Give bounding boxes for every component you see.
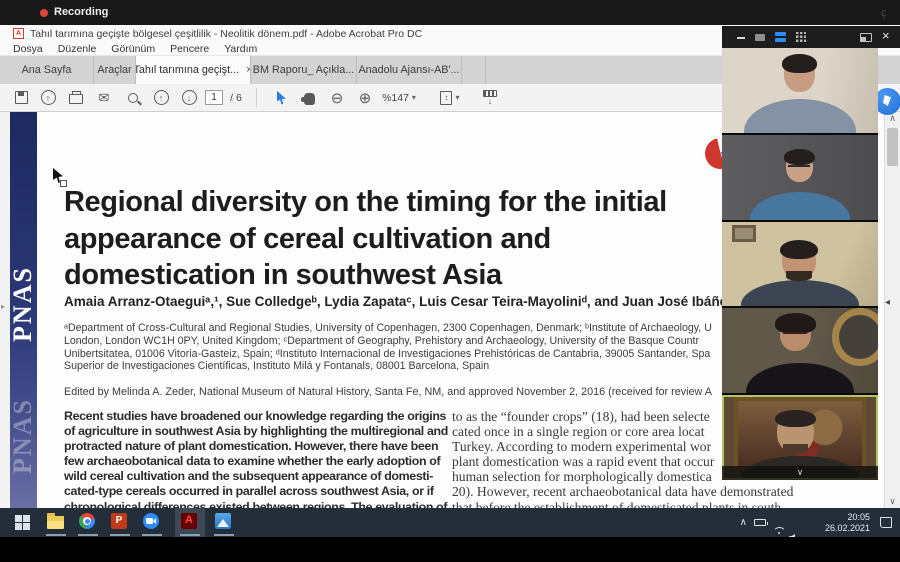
selection-marker	[60, 180, 67, 187]
taskbar: P A ∧ 20:05 26.02.2021	[0, 508, 900, 537]
menu-duzenle[interactable]: Düzenle	[58, 43, 97, 55]
participant-video-4[interactable]	[722, 308, 878, 395]
paper-authors: Amaia Arranz-Otaeguiᵃ,¹, Sue Colledgeᵇ, …	[64, 294, 739, 309]
tray-time: 20:05	[825, 512, 870, 523]
hand-tool-icon[interactable]	[299, 84, 319, 111]
wifi-icon[interactable]	[773, 527, 784, 535]
caret-down-icon: ▾	[412, 93, 416, 102]
gold-mirror	[832, 308, 878, 366]
tray-chevron-icon[interactable]: ∧	[740, 517, 747, 528]
pop-out-icon[interactable]	[860, 33, 872, 42]
clock[interactable]: 20:05 26.02.2021	[825, 512, 870, 533]
page-number-input[interactable]: 1	[204, 84, 224, 111]
fit-page-icon[interactable]: ↕▾	[440, 84, 460, 111]
recording-label: Recording	[54, 6, 108, 18]
pdf-file-icon: A	[13, 28, 24, 39]
participant-4-figure	[746, 363, 854, 393]
windows-start-icon[interactable]	[15, 515, 30, 530]
tray-date: 26.02.2021	[825, 523, 870, 534]
page-total: / 6	[226, 84, 246, 111]
select-tool-icon[interactable]	[272, 84, 292, 111]
chrome-icon[interactable]	[79, 513, 97, 531]
screen: Recording A Tahıl tarımına geçişte bölge…	[0, 0, 900, 562]
recording-bar: Recording	[0, 0, 900, 25]
zoom-in-icon[interactable]: ⊕	[355, 84, 375, 111]
menu-dosya[interactable]: Dosya	[13, 43, 43, 55]
pnas-logo: PNAS	[8, 249, 38, 359]
next-page-icon[interactable]: ↓	[179, 84, 199, 111]
participant-video-3[interactable]	[722, 222, 878, 309]
abstract-column: Recent studies have broadened our knowle…	[64, 409, 448, 508]
participant-video-5-active-speaker[interactable]: ∨	[722, 395, 878, 480]
menu-pencere[interactable]: Pencere	[170, 43, 209, 55]
scroll-down-icon[interactable]: ∨	[885, 496, 900, 507]
previous-page-icon[interactable]: ↑	[151, 84, 171, 111]
tab-araclar[interactable]: Araçlar	[94, 56, 136, 84]
video-panel-titlebar[interactable]: ×	[722, 26, 900, 48]
share-upload-icon[interactable]: ↑	[38, 84, 58, 111]
search-icon[interactable]	[123, 84, 143, 111]
save-icon[interactable]	[11, 84, 31, 111]
paper-affiliations: ᵃDepartment of Cross-Cultural and Region…	[64, 322, 712, 373]
email-icon[interactable]: ✉	[94, 84, 114, 111]
tab-spacer	[462, 56, 486, 84]
vertical-scrollbar[interactable]: ∧ ∨	[884, 112, 900, 508]
acrobat-icon[interactable]: A	[181, 513, 199, 531]
file-explorer-icon[interactable]	[47, 513, 65, 531]
tab-bm-raporu[interactable]: BM Raporu_ Açıkla...	[251, 56, 357, 84]
tab-overflow-fragment: ç	[881, 7, 887, 19]
tab-tahil-active[interactable]: Tahıl tarımına geçişt... ×	[136, 56, 251, 84]
participant-3-figure	[741, 280, 859, 306]
menu-yardim[interactable]: Yardım	[224, 43, 257, 55]
paper-title: Regional diversity on the timing for the…	[64, 184, 667, 294]
participant-1-figure	[744, 99, 856, 133]
annotation-tools-icon[interactable]: ↓	[480, 84, 500, 111]
picture-frame	[732, 225, 756, 242]
zoom-app-icon[interactable]	[143, 513, 161, 531]
caret-down-icon: ▾	[455, 93, 459, 102]
panel-expand-icon[interactable]: ▸	[1, 302, 5, 311]
speaker-view-icon[interactable]	[755, 34, 765, 41]
menu-gorunum[interactable]: Görünüm	[111, 43, 155, 55]
collapse-videos-bar[interactable]: ∨	[722, 466, 878, 480]
tab-anadolu-ajansi[interactable]: Anadolu Ajansı-AB'...	[357, 56, 462, 84]
pnas-journal-bar: PNAS PNAS	[10, 112, 37, 508]
chevron-down-icon[interactable]: ∨	[797, 468, 804, 477]
strip-view-icon[interactable]	[775, 32, 786, 42]
system-tray: ∧ 20:05 26.02.2021	[887, 508, 900, 537]
photos-icon[interactable]	[215, 513, 233, 531]
close-icon[interactable]: ×	[882, 28, 890, 43]
powerpoint-icon[interactable]: P	[111, 513, 129, 531]
print-icon[interactable]	[66, 84, 86, 111]
zoom-out-icon[interactable]: ⊖	[327, 84, 347, 111]
minimize-icon[interactable]	[737, 37, 745, 39]
participant-video-2[interactable]	[722, 135, 878, 222]
paper-edited-line: Edited by Melinda A. Zeder, National Mus…	[64, 386, 712, 398]
panel-collapse-icon[interactable]: ◂	[885, 297, 890, 308]
toolbar-divider	[256, 88, 257, 107]
recording-dot-icon	[40, 9, 48, 17]
scrollbar-thumb[interactable]	[887, 128, 898, 166]
battery-icon[interactable]	[754, 519, 766, 526]
video-panel: ∨	[722, 48, 878, 480]
participant-video-1[interactable]	[722, 48, 878, 135]
pnas-logo-faded: PNAS	[8, 381, 38, 491]
tab-ana-sayfa[interactable]: Ana Sayfa	[0, 56, 94, 84]
participant-2-figure	[750, 192, 850, 220]
letterbox-bottom	[0, 537, 900, 562]
notification-center-icon[interactable]	[880, 517, 892, 528]
zoom-level-select[interactable]: %147▾	[382, 84, 416, 111]
window-title: Tahıl tarımına geçişte bölgesel çeşitlil…	[30, 28, 422, 40]
gallery-view-icon[interactable]	[796, 32, 806, 42]
